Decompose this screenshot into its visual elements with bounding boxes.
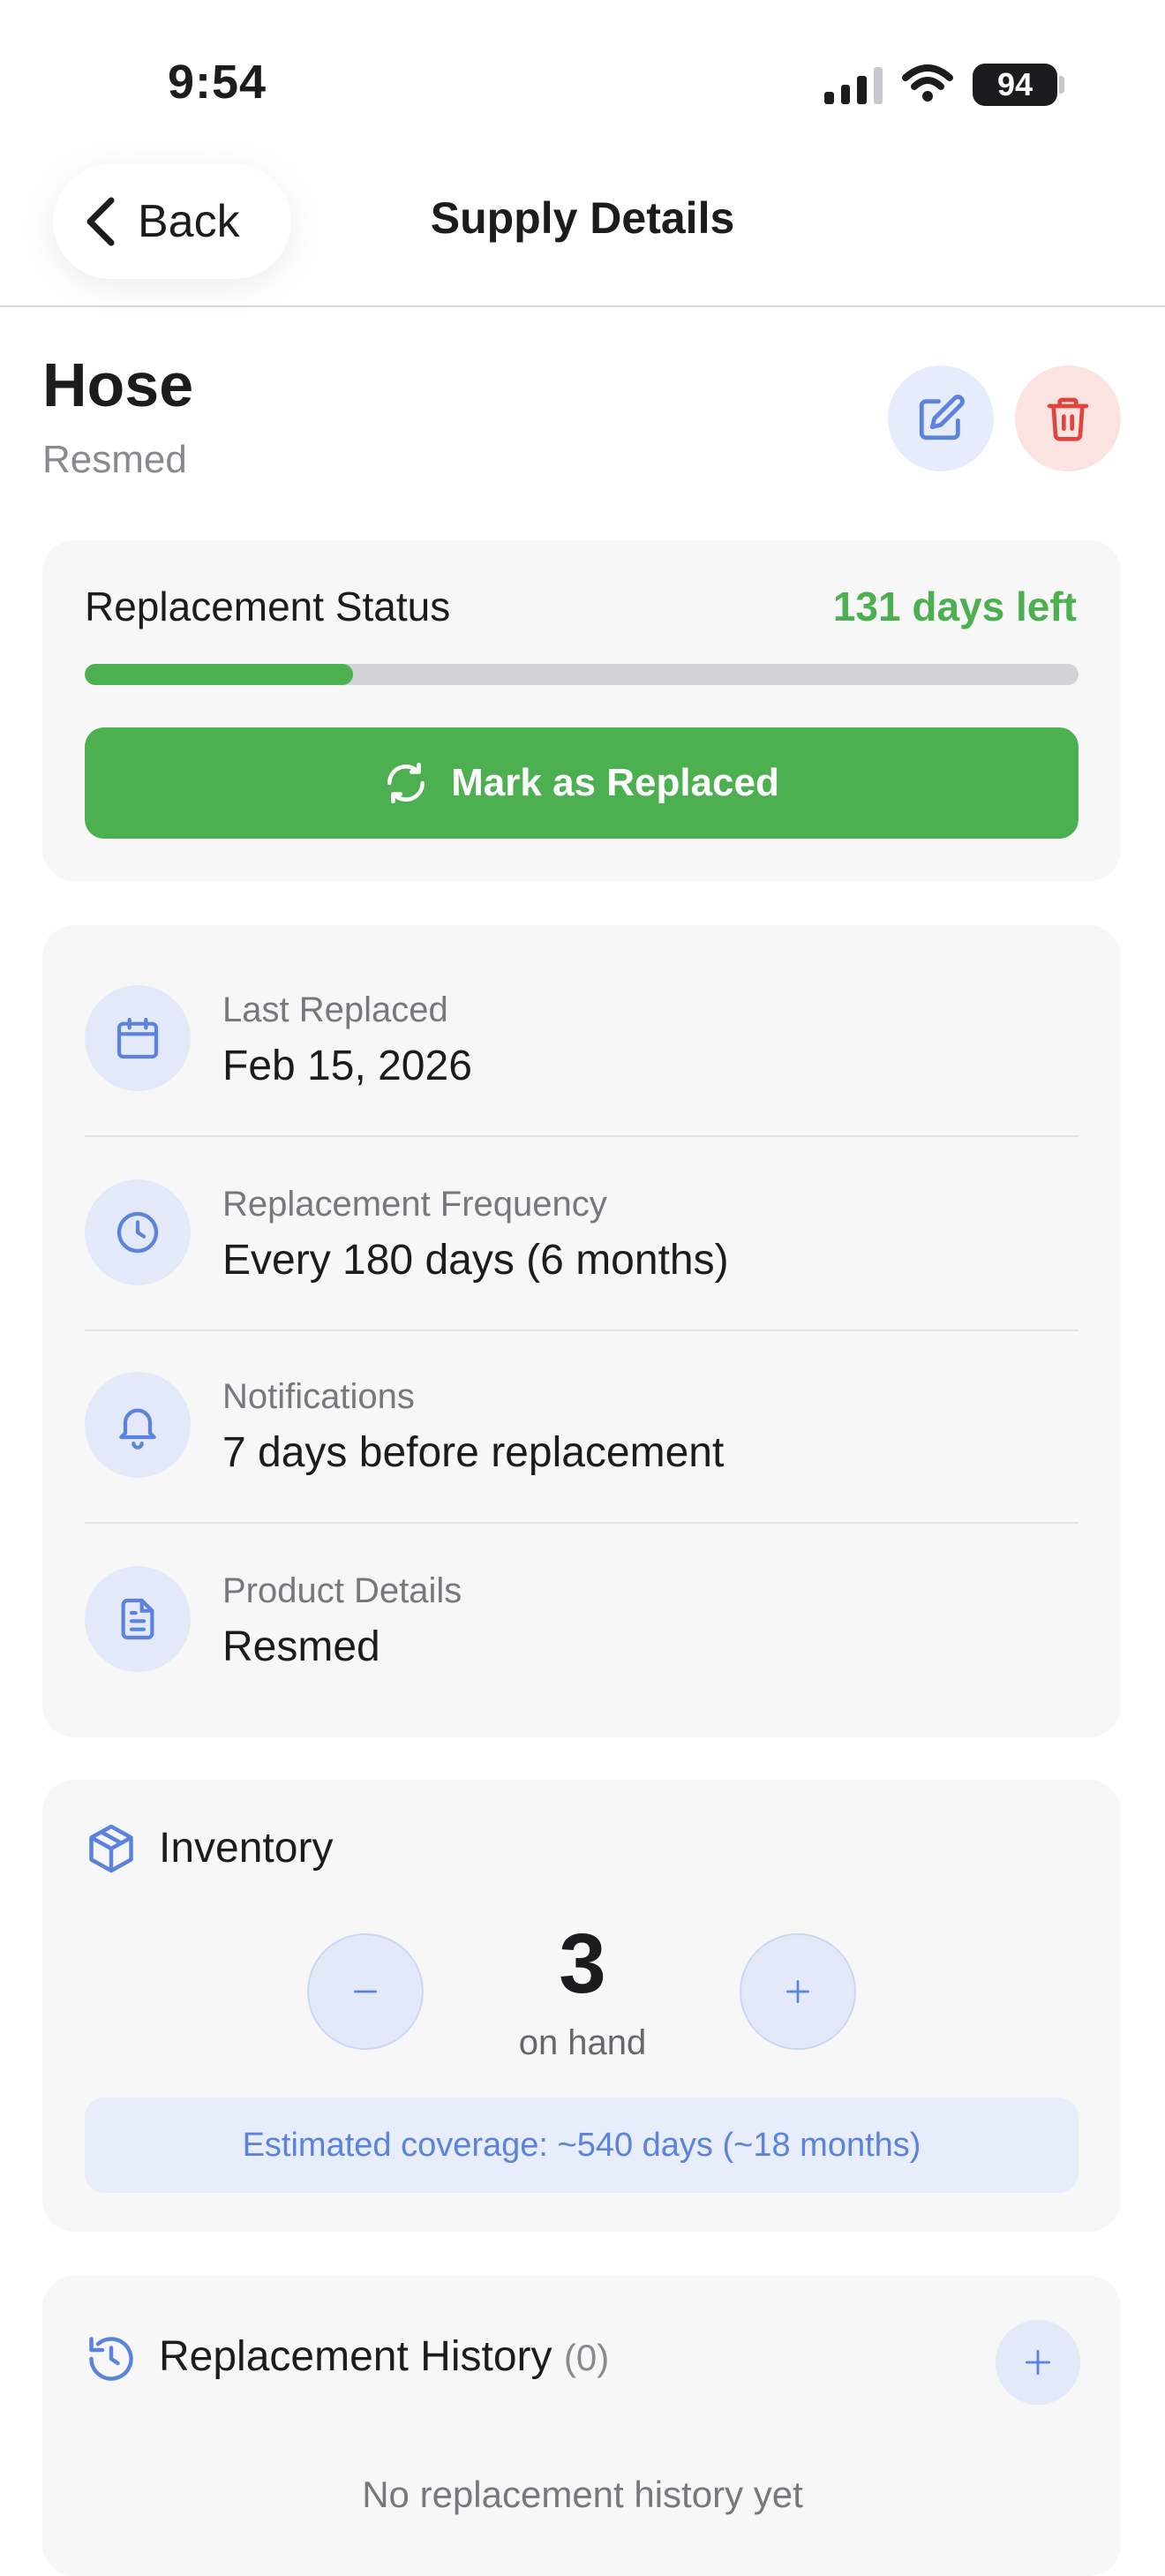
plus-icon [1025, 2349, 1051, 2376]
detail-divider [85, 1522, 1079, 1524]
decrement-button[interactable] [307, 1933, 424, 2050]
detail-divider [85, 1135, 1079, 1137]
detail-row-icon-last-replaced [85, 985, 191, 1091]
detail-label-last-replaced: Last Replaced [222, 990, 448, 1029]
item-name: Hose [42, 350, 194, 419]
increment-button[interactable] [740, 1933, 856, 2050]
history-icon [89, 2337, 133, 2381]
bell-icon [119, 1408, 156, 1450]
delete-button[interactable] [1015, 365, 1121, 471]
detail-row-icon-notifications [85, 1372, 191, 1478]
detail-row-icon-product [85, 1566, 191, 1672]
detail-value-notifications: 7 days before replacement [222, 1429, 725, 1476]
wifi-icon [902, 64, 953, 102]
replacement-status-label: Replacement Status [85, 584, 451, 629]
edit-icon [919, 395, 965, 441]
document-icon [121, 1598, 154, 1640]
minus-icon [354, 1990, 377, 1993]
detail-label-product: Product Details [222, 1571, 462, 1610]
detail-label-notifications: Notifications [222, 1377, 415, 1416]
replacement-progress-fill [85, 664, 354, 685]
item-brand: Resmed [42, 438, 187, 481]
trash-icon [1047, 397, 1089, 441]
inventory-title: Inventory [159, 1825, 334, 1872]
detail-value-product: Resmed [222, 1623, 380, 1670]
coverage-estimate: Estimated coverage: ~540 days (~18 month… [85, 2098, 1079, 2193]
days-left-text: 131 days left [832, 584, 1077, 629]
replacement-history-card [42, 2276, 1121, 2576]
cellular-signal-icon [824, 67, 883, 104]
detail-label-frequency: Replacement Frequency [222, 1185, 607, 1224]
replacement-history-count: (0) [563, 2337, 610, 2378]
replacement-history-title: Replacement History [159, 2333, 552, 2380]
mark-as-replaced-label: Mark as Replaced [451, 761, 779, 804]
detail-row-icon-frequency [85, 1179, 191, 1285]
detail-value-last-replaced: Feb 15, 2026 [222, 1043, 472, 1089]
replacement-progress-bar [85, 664, 1079, 685]
mark-as-replaced-button[interactable]: Mark as Replaced [85, 727, 1079, 839]
battery-cap [1059, 76, 1064, 94]
nav-divider [0, 305, 1165, 307]
history-empty-text: No replacement history yet [362, 2474, 803, 2515]
refresh-icon [387, 762, 425, 804]
inventory-unit: on hand [518, 2023, 647, 2062]
add-history-button[interactable] [996, 2320, 1080, 2405]
status-time: 9:54 [168, 56, 267, 109]
edit-button[interactable] [888, 365, 994, 471]
box-icon [89, 1824, 133, 1873]
detail-value-frequency: Every 180 days (6 months) [222, 1237, 729, 1284]
inventory-count: 3 [559, 1917, 606, 2011]
plus-icon [786, 1980, 809, 2003]
battery-indicator: 94 [973, 64, 1057, 106]
detail-divider [85, 1329, 1079, 1331]
calendar-icon [116, 1017, 159, 1059]
page-title: Supply Details [430, 193, 735, 243]
clock-icon [116, 1211, 159, 1254]
replacement-history-heading: Replacement History (0) [159, 2332, 609, 2381]
details-card [42, 925, 1121, 1737]
